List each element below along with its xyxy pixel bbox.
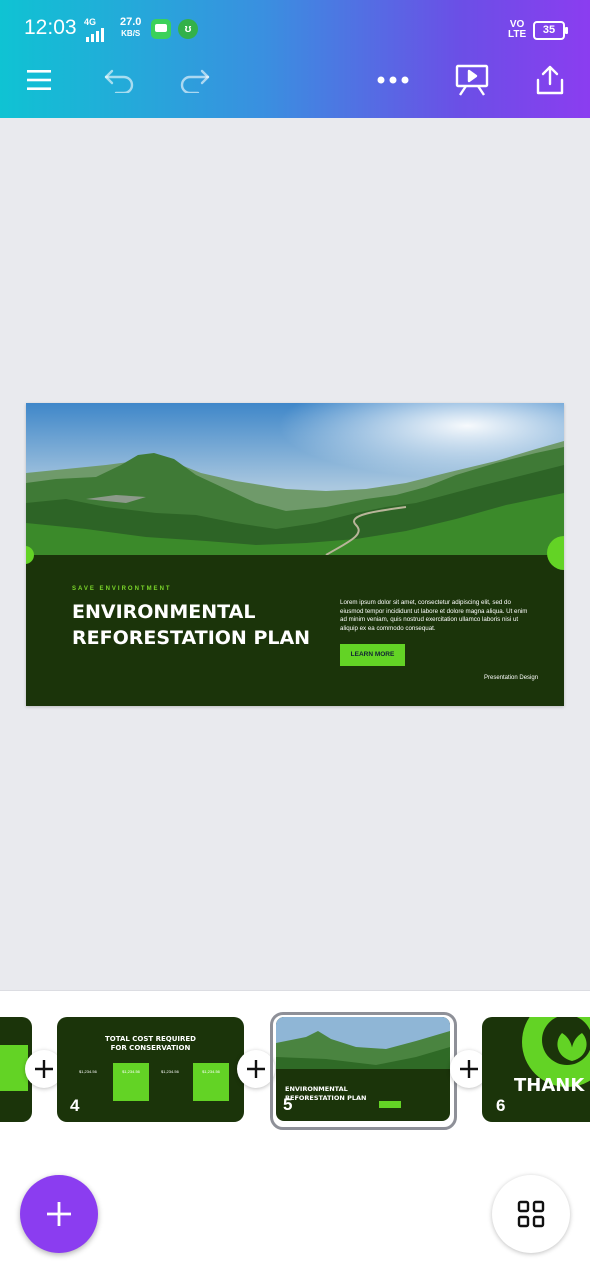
app-notification-icon: ʊ bbox=[178, 19, 198, 39]
slide-body-text: Lorem ipsum dolor sit amet, consectetur … bbox=[340, 599, 528, 632]
present-icon bbox=[455, 64, 489, 96]
thumb5-button bbox=[379, 1101, 401, 1108]
speed-value: 27.0 bbox=[120, 16, 142, 28]
share-icon bbox=[536, 65, 564, 95]
speed-unit: KB/S bbox=[121, 29, 141, 38]
thumb-green-block bbox=[0, 1045, 28, 1091]
slide-title: ENVIRONMENTAL REFORESTATION PLAN bbox=[72, 599, 332, 651]
battery-indicator: 35 bbox=[533, 21, 568, 40]
network-speed: 27.0 KB/S bbox=[120, 17, 141, 39]
slide-thumbnail-6[interactable]: THANK 6 bbox=[482, 1017, 590, 1122]
undo-button[interactable] bbox=[99, 60, 139, 100]
thumb6-number: 6 bbox=[496, 1096, 506, 1115]
thumb4-title-line1: TOTAL COST REQUIRED bbox=[104, 1035, 196, 1043]
thumb4-price-1: $1,234.56 bbox=[79, 1069, 97, 1074]
thumb4-title-line2: FOR CONSERVATION bbox=[110, 1044, 191, 1052]
thumb4-title: TOTAL COST REQUIRED FOR CONSERVATION bbox=[57, 1035, 244, 1053]
menu-icon bbox=[27, 70, 51, 90]
plus-icon bbox=[35, 1060, 53, 1078]
thumb4-green-box-1: $1,234.56 bbox=[113, 1063, 149, 1101]
plus-icon bbox=[47, 1202, 71, 1226]
grid-view-button[interactable] bbox=[492, 1175, 570, 1253]
redo-button[interactable] bbox=[175, 60, 215, 100]
more-options-button[interactable] bbox=[373, 60, 413, 100]
thumb5-title-line1: ENVIRONMENTAL bbox=[285, 1085, 348, 1093]
share-button[interactable] bbox=[530, 60, 570, 100]
chat-notification-icon bbox=[151, 19, 171, 39]
thumb4-number: 4 bbox=[70, 1096, 80, 1115]
slide-footer: Presentation Design bbox=[484, 675, 539, 681]
leaf-icon bbox=[557, 1033, 587, 1061]
thumb5-photo bbox=[276, 1017, 450, 1069]
more-icon bbox=[377, 76, 409, 84]
network-type: 4G bbox=[84, 17, 97, 27]
thumb4-green-box-2: $1,234.56 bbox=[193, 1063, 229, 1101]
plus-icon bbox=[460, 1060, 478, 1078]
signal-icon bbox=[86, 28, 104, 42]
thumb6-title: THANK bbox=[514, 1075, 585, 1096]
network-indicator: 4G bbox=[84, 18, 106, 42]
volte-indicator: VO LTE bbox=[508, 20, 526, 40]
slide-thumbnail-5[interactable]: ENVIRONMENTAL REFORESTATION PLAN 5 bbox=[276, 1017, 450, 1121]
menu-button[interactable] bbox=[19, 60, 59, 100]
grid-icon bbox=[517, 1200, 545, 1228]
add-element-button[interactable] bbox=[20, 1175, 98, 1253]
thumb4-price-4: $1,234.56 bbox=[202, 1069, 220, 1074]
mountain-photo bbox=[26, 403, 564, 555]
thumb5-number: 5 bbox=[283, 1095, 293, 1114]
plus-icon bbox=[247, 1060, 265, 1078]
status-time: 12:03 bbox=[24, 16, 77, 39]
app-top-bar: 12:03 4G 27.0 KB/S ʊ VO LTE 35 bbox=[0, 0, 590, 118]
thumb5-title: ENVIRONMENTAL REFORESTATION PLAN bbox=[285, 1085, 366, 1103]
slide-thumbnail-4[interactable]: TOTAL COST REQUIRED FOR CONSERVATION $1,… bbox=[57, 1017, 244, 1122]
thumb5-title-line2: REFORESTATION PLAN bbox=[285, 1094, 367, 1102]
slide-title-line1: ENVIRONMENTAL bbox=[72, 601, 256, 623]
redo-icon bbox=[180, 69, 210, 93]
status-bar: 12:03 4G 27.0 KB/S ʊ VO LTE 35 bbox=[0, 0, 590, 58]
slide-canvas[interactable]: SAVE ENVIRONTMENT ENVIRONMENTAL REFOREST… bbox=[26, 403, 564, 706]
volte-line2: LTE bbox=[508, 29, 527, 40]
thumb4-price-3: $1,234.56 bbox=[161, 1069, 179, 1074]
slide-title-line2: REFORESTATION PLAN bbox=[72, 627, 311, 649]
slide-kicker: SAVE ENVIRONTMENT bbox=[72, 586, 172, 592]
present-button[interactable] bbox=[452, 60, 492, 100]
slide-learn-more-button: LEARN MORE bbox=[340, 644, 405, 666]
thumb4-price-2: $1,234.56 bbox=[122, 1069, 140, 1074]
undo-icon bbox=[104, 69, 134, 93]
